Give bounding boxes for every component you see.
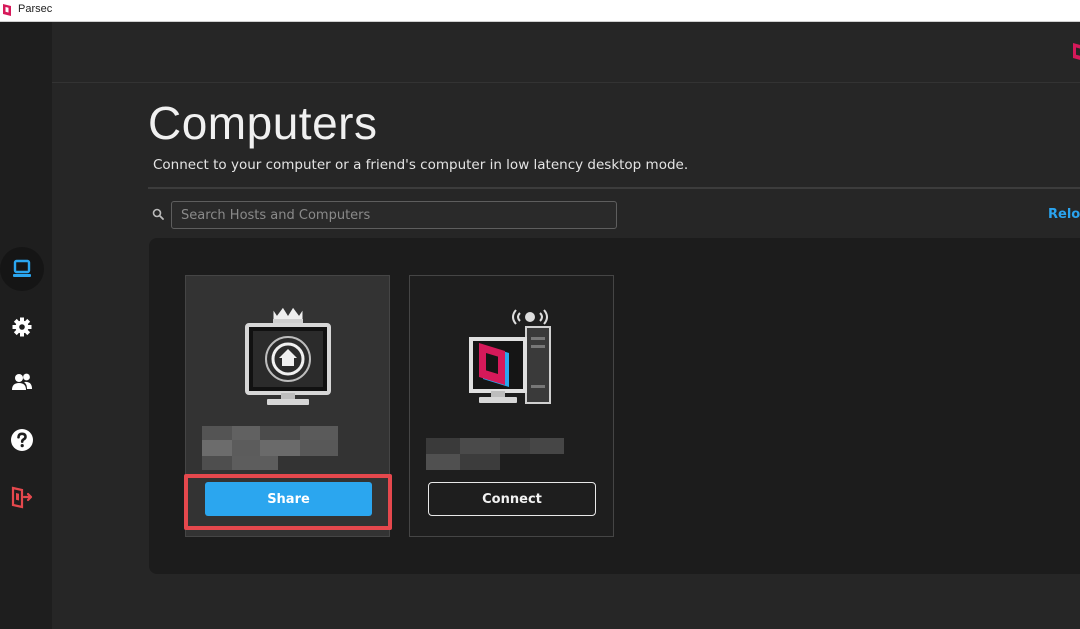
gear-icon	[12, 317, 32, 337]
users-icon	[12, 373, 32, 390]
sidebar	[0, 22, 52, 629]
top-bar	[52, 22, 1080, 83]
share-button[interactable]: Share	[205, 482, 372, 516]
parsec-computer-icon	[468, 309, 551, 404]
connect-button[interactable]: Connect	[428, 482, 596, 516]
sidebar-item-friends[interactable]	[0, 360, 44, 404]
sidebar-item-logout[interactable]	[0, 475, 44, 519]
sidebar-item-computers[interactable]	[0, 247, 44, 291]
help-icon	[11, 429, 33, 451]
sidebar-item-settings[interactable]	[0, 305, 44, 349]
logout-icon	[11, 486, 33, 509]
home-monitor-icon	[244, 306, 331, 405]
window-titlebar: Parsec	[0, 0, 1080, 22]
host-name-redacted	[202, 426, 352, 472]
parsec-logo-icon	[3, 4, 11, 16]
parsec-logo-icon[interactable]	[1072, 42, 1080, 62]
friend-computer-name-redacted	[426, 438, 576, 472]
page-title: Computers	[148, 97, 378, 149]
monitor-icon	[13, 259, 31, 277]
divider	[148, 187, 1080, 189]
search-input[interactable]	[171, 201, 617, 229]
crown-icon	[272, 306, 303, 323]
reload-button[interactable]: Reloa	[1048, 207, 1080, 222]
search-icon	[152, 208, 164, 220]
page-subtitle: Connect to your computer or a friend's c…	[153, 157, 689, 173]
sidebar-item-help[interactable]	[0, 418, 44, 462]
window-title: Parsec	[18, 3, 53, 15]
